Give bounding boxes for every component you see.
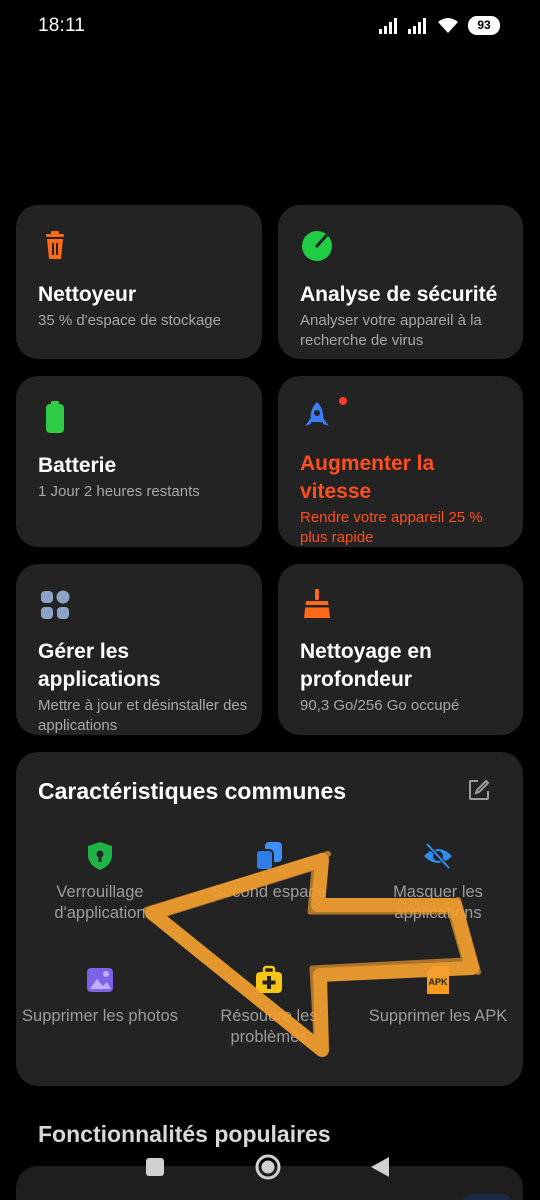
cleaner-subtitle: 35 % d'espace de stockage: [38, 312, 221, 329]
security-scan-icon: [302, 231, 332, 261]
speed-boost-title: Augmenter la vitesse: [300, 452, 435, 503]
svg-text:APK: APK: [428, 977, 448, 987]
manage-apps-card[interactable]: Gérer les applications Mettre à jour et …: [16, 564, 262, 735]
eye-hidden-icon: [424, 842, 452, 870]
apk-icon: APK: [427, 966, 449, 994]
feature-label: Second espace: [212, 883, 326, 901]
deep-clean-title: Nettoyage en profondeur: [300, 640, 432, 691]
feature-label: Verrouillage d'application: [54, 883, 146, 922]
manage-apps-subtitle: Mettre à jour et désinstaller des applic…: [38, 697, 248, 734]
feature-app-lock[interactable]: Verrouillage d'application: [20, 840, 180, 924]
speed-boost-subtitle: Rendre votre appareil 25 % plus rapide: [300, 509, 483, 546]
photo-icon: [87, 968, 113, 992]
feature-label: Résoudre les problèmes: [220, 1007, 318, 1046]
signal-icon: [408, 17, 426, 34]
home-icon[interactable]: [254, 1153, 282, 1181]
feature-second-space[interactable]: Second espace: [189, 840, 349, 903]
rocket-icon: [305, 402, 329, 426]
recents-icon[interactable]: [145, 1157, 165, 1177]
battery-indicator: 93: [468, 16, 500, 35]
status-time: 18:11: [38, 15, 86, 36]
deep-clean-card[interactable]: Nettoyage en profondeur 90,3 Go/256 Go o…: [278, 564, 523, 735]
deep-clean-subtitle: 90,3 Go/256 Go occupé: [300, 697, 460, 714]
battery-icon: [46, 401, 64, 433]
cleaner-card[interactable]: Nettoyeur 35 % d'espace de stockage: [16, 205, 262, 359]
first-aid-icon: [256, 965, 282, 993]
manage-apps-title: Gérer les applications: [38, 640, 161, 691]
apps-grid-icon: [41, 590, 70, 619]
trash-icon: [46, 231, 64, 259]
security-subtitle: Analyser votre appareil à la recherche d…: [300, 312, 482, 349]
shield-lock-icon: [88, 842, 112, 870]
common-features-card: Caractéristiques communes Verrouillage d…: [16, 752, 523, 1086]
battery-subtitle: 1 Jour 2 heures restants: [38, 483, 200, 500]
feature-delete-apk[interactable]: APK Supprimer les APK: [358, 964, 518, 1027]
feature-hide-apps[interactable]: Masquer les applications: [358, 840, 518, 924]
feature-delete-photos[interactable]: Supprimer les photos: [20, 964, 180, 1027]
feature-troubleshoot[interactable]: Résoudre les problèmes: [189, 964, 349, 1048]
wifi-icon: [438, 18, 458, 33]
notification-dot: [339, 397, 347, 405]
battery-card[interactable]: Batterie 1 Jour 2 heures restants: [16, 376, 262, 547]
cleaner-title: Nettoyeur: [38, 283, 137, 306]
back-icon[interactable]: [370, 1156, 390, 1178]
broom-icon: [304, 589, 330, 618]
navigation-bar: [0, 1140, 540, 1200]
speed-boost-card[interactable]: Augmenter la vitesse Rendre votre appare…: [278, 376, 523, 547]
signal-icon: [379, 17, 397, 34]
common-features-title: Caractéristiques communes: [38, 778, 347, 804]
feature-label: Supprimer les APK: [368, 1007, 508, 1025]
feature-label: Masquer les applications: [393, 883, 483, 922]
battery-title: Batterie: [38, 454, 117, 477]
edit-icon[interactable]: [467, 778, 491, 802]
status-bar: 18:11 93: [0, 0, 540, 56]
security-title: Analyse de sécurité: [300, 283, 498, 306]
dual-space-icon: [255, 842, 282, 871]
feature-label: Supprimer les photos: [22, 1007, 178, 1025]
security-scan-card[interactable]: Analyse de sécurité Analyser votre appar…: [278, 205, 523, 359]
status-icons: 93: [379, 16, 500, 35]
